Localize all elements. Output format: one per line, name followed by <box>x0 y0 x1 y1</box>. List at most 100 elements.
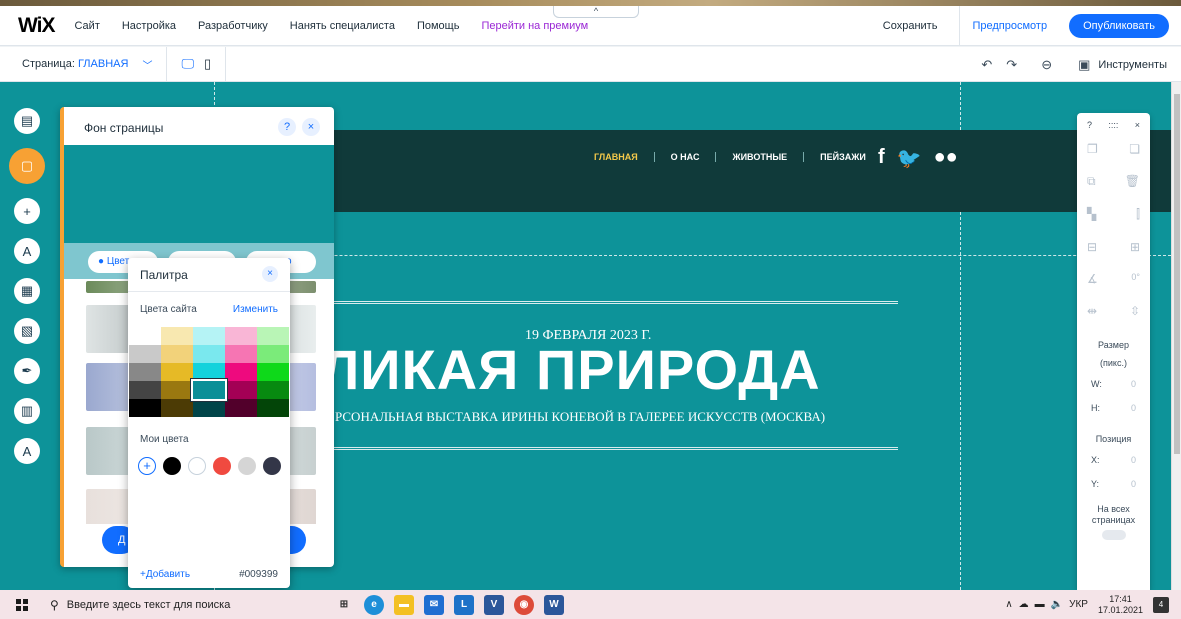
rotation-value[interactable]: 0° <box>1131 272 1140 286</box>
align-icon[interactable]: ⫿ <box>1136 207 1140 222</box>
menu-dev[interactable]: Разработчику <box>198 20 268 32</box>
app-l-icon[interactable]: L <box>454 594 474 615</box>
color-swatch[interactable] <box>129 381 161 399</box>
store-icon[interactable]: A <box>14 438 40 464</box>
nav-animals[interactable]: ЖИВОТНЫЕ <box>715 152 803 162</box>
my-color-swatch[interactable] <box>163 457 181 475</box>
color-swatch[interactable] <box>225 345 257 363</box>
bookings-icon[interactable]: ▥ <box>14 398 40 424</box>
visio-icon[interactable]: V <box>484 594 504 615</box>
color-swatch[interactable] <box>129 327 161 345</box>
color-swatch[interactable] <box>161 327 193 345</box>
apps-icon[interactable]: ▦ <box>14 278 40 304</box>
twitter-icon[interactable]: 🐦 <box>897 146 922 171</box>
undo-icon[interactable]: ↶ <box>981 57 992 73</box>
notifications-icon[interactable]: 4 <box>1153 596 1169 613</box>
background-icon[interactable]: ▢ <box>9 148 45 184</box>
height-value[interactable]: 0 <box>1131 396 1136 420</box>
color-swatch[interactable] <box>161 363 193 381</box>
color-swatch[interactable] <box>257 363 289 381</box>
menu-settings[interactable]: Настройка <box>122 20 176 32</box>
drag-handle-icon[interactable]: :::: <box>1108 120 1118 130</box>
battery-icon[interactable]: ▬ <box>1035 599 1045 610</box>
x-field[interactable]: X: 0 <box>1077 448 1150 472</box>
language-indicator[interactable]: УКР <box>1069 599 1088 610</box>
my-color-swatch[interactable] <box>213 457 231 475</box>
chrome-icon[interactable]: ◉ <box>514 594 534 615</box>
save-button[interactable]: Сохранить <box>883 20 938 32</box>
nav-landscapes[interactable]: ПЕЙЗАЖИ <box>803 152 882 162</box>
taskbar-search[interactable]: ⚲ Введите здесь текст для поиска <box>50 590 318 619</box>
color-swatch[interactable] <box>161 381 193 399</box>
x-value[interactable]: 0 <box>1131 448 1136 472</box>
windows-start-icon[interactable] <box>16 598 28 611</box>
blog-icon[interactable]: ✒ <box>14 358 40 384</box>
add-color-icon[interactable]: + <box>138 457 156 475</box>
publish-button[interactable]: Опубликовать <box>1069 14 1169 38</box>
y-value[interactable]: 0 <box>1131 472 1136 496</box>
hero-subtitle[interactable]: РСОНАЛЬНАЯ ВЫСТАВКА ИРИНЫ КОНЕВОЙ В ГАЛЕ… <box>335 409 825 425</box>
scroll-thumb[interactable] <box>1174 94 1180 454</box>
zoom-icon[interactable]: ⊖ <box>1041 57 1052 73</box>
color-swatch[interactable] <box>257 381 289 399</box>
help-icon[interactable]: ? <box>1087 120 1092 130</box>
my-color-swatch[interactable] <box>188 457 206 475</box>
arrange-icon[interactable]: ▚ <box>1087 207 1096 222</box>
color-swatch[interactable] <box>129 399 161 417</box>
nav-home[interactable]: ГЛАВНАЯ <box>578 152 654 162</box>
clock[interactable]: 17:41 17.01.2021 <box>1098 594 1143 616</box>
menu-site[interactable]: Сайт <box>74 20 99 32</box>
color-swatch[interactable] <box>225 399 257 417</box>
add-color-link[interactable]: +Добавить <box>140 569 190 580</box>
height-field[interactable]: H: 0 <box>1077 396 1150 420</box>
tools-button[interactable]: Инструменты <box>1098 59 1167 71</box>
duplicate-icon[interactable]: ⧉ <box>1087 174 1096 189</box>
tray-arrow-icon[interactable]: ∧ <box>1005 599 1012 610</box>
file-explorer-icon[interactable]: ▬ <box>394 594 414 615</box>
mail-icon[interactable]: ✉ <box>424 594 444 615</box>
mobile-view-icon[interactable]: ▯ <box>204 56 211 72</box>
chevron-down-icon[interactable]: ﹀ <box>142 57 152 72</box>
tools-icon[interactable]: ▣ <box>1078 57 1090 73</box>
color-swatch[interactable] <box>257 345 289 363</box>
color-swatch[interactable] <box>193 363 225 381</box>
nav-about[interactable]: О НАС <box>653 152 716 162</box>
preview-button[interactable]: Предпросмотр <box>972 20 1047 32</box>
distribute-icon[interactable]: ⊞ <box>1130 240 1140 254</box>
color-swatch[interactable] <box>225 381 257 399</box>
canvas-scrollbar[interactable] <box>1171 82 1181 590</box>
color-swatch[interactable] <box>191 379 227 401</box>
media-icon[interactable]: ▧ <box>14 318 40 344</box>
collapse-topbar-button[interactable]: ^ <box>553 6 639 18</box>
y-field[interactable]: Y: 0 <box>1077 472 1150 496</box>
delete-icon[interactable]: 🗑 <box>1125 174 1140 189</box>
edge-icon[interactable]: e <box>364 594 384 615</box>
paste-icon[interactable]: ❏ <box>1129 142 1140 156</box>
my-color-swatch[interactable] <box>263 457 281 475</box>
close-icon[interactable]: × <box>302 118 320 136</box>
color-swatch[interactable] <box>225 363 257 381</box>
all-pages-toggle[interactable] <box>1101 530 1126 540</box>
facebook-icon[interactable]: f <box>878 146 885 171</box>
menu-upgrade[interactable]: Перейти на премиум <box>481 20 588 32</box>
wix-logo[interactable]: WiX <box>18 14 55 38</box>
flickr-icon[interactable]: ●● <box>934 146 958 171</box>
redo-icon[interactable]: ↷ <box>1006 57 1017 73</box>
desktop-view-icon[interactable]: 🖵 <box>181 56 194 72</box>
width-value[interactable]: 0 <box>1131 372 1136 396</box>
close-icon[interactable]: × <box>1135 120 1140 130</box>
help-icon[interactable]: ? <box>278 118 296 136</box>
task-view-icon[interactable]: ⊞ <box>334 595 354 615</box>
volume-icon[interactable]: 🔈 <box>1051 599 1063 610</box>
rotate-icon[interactable]: ∡ <box>1087 272 1098 286</box>
word-icon[interactable]: W <box>544 594 564 615</box>
apply-button-right[interactable] <box>290 526 306 554</box>
menu-hire[interactable]: Нанять специалиста <box>290 20 395 32</box>
color-swatch[interactable] <box>161 399 193 417</box>
color-swatch[interactable] <box>193 399 225 417</box>
close-icon[interactable]: × <box>262 266 278 282</box>
color-swatch[interactable] <box>257 327 289 345</box>
edit-colors-link[interactable]: Изменить <box>233 304 278 315</box>
color-swatch[interactable] <box>257 399 289 417</box>
color-swatch[interactable] <box>193 345 225 363</box>
